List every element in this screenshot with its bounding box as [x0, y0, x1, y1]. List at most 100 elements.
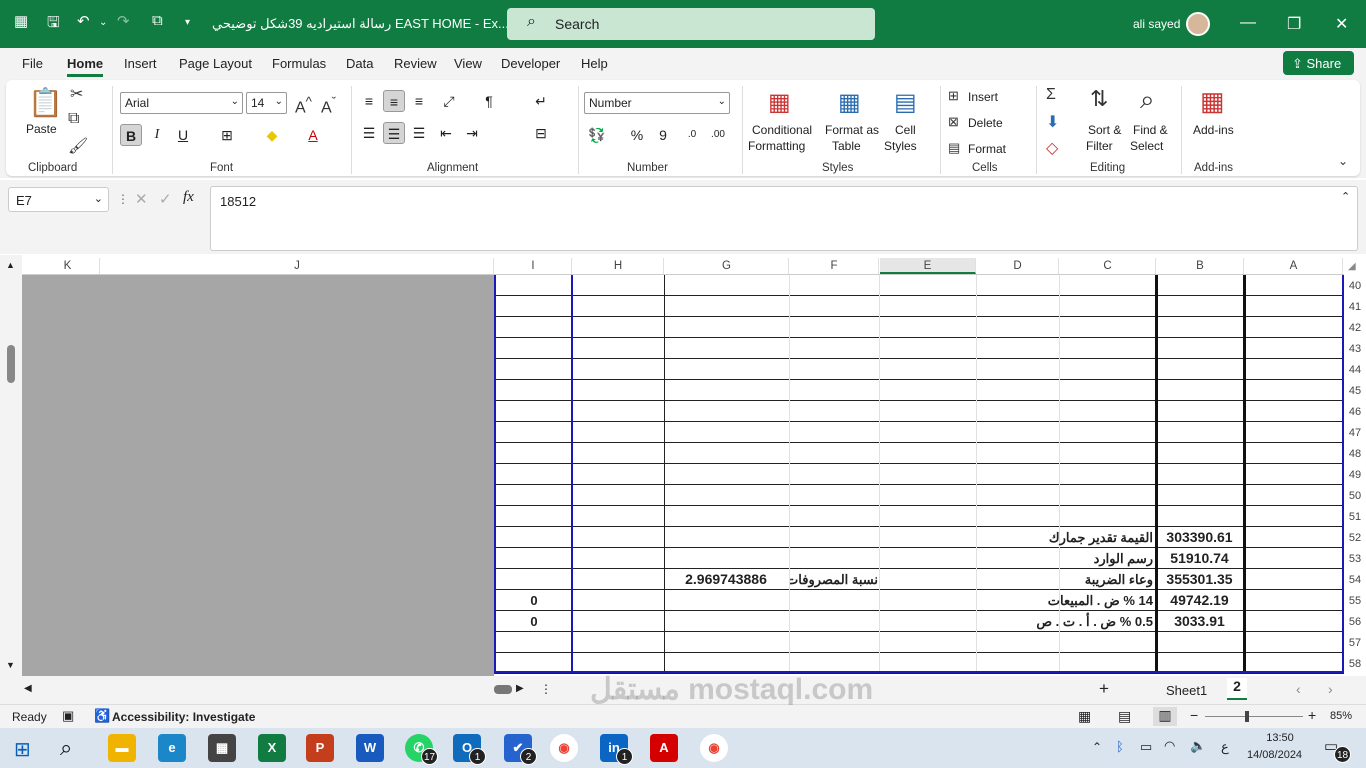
fill-icon[interactable]: ⬇ [1046, 112, 1059, 132]
find-label[interactable]: Find & [1133, 123, 1168, 137]
cell-b55[interactable]: 49742.19 [1158, 590, 1241, 611]
row-header[interactable]: 43 [1344, 339, 1366, 360]
chrome-profile-icon[interactable]: ◉ [700, 734, 728, 762]
scroll-down-icon[interactable]: ▼ [6, 660, 15, 670]
italic-button[interactable]: I [146, 124, 168, 146]
column-header-f[interactable]: F [790, 258, 879, 274]
word-icon[interactable]: W [356, 734, 384, 762]
column-header-j[interactable]: J [101, 258, 494, 274]
row-header[interactable]: 45 [1344, 381, 1366, 402]
row-header[interactable]: 42 [1344, 318, 1366, 339]
format-cells-icon[interactable]: ▤ [948, 140, 960, 156]
cell-styles-icon[interactable]: ▤ [894, 88, 917, 117]
cell-c54[interactable]: وعاء الضريبة [977, 569, 1153, 590]
font-size-select[interactable]: 14 ⌄ [246, 92, 287, 114]
search-icon[interactable]: ⌕ [60, 735, 72, 761]
copy-icon[interactable]: ⧉ [68, 110, 79, 128]
row-header[interactable]: 49 [1344, 465, 1366, 486]
row-header[interactable]: 47 [1344, 423, 1366, 444]
add-ins-icon[interactable]: ▦ [1200, 86, 1225, 117]
row-header[interactable]: 54 [1344, 570, 1366, 591]
add-sheet-icon[interactable]: + [1099, 679, 1109, 699]
decrease-decimal-icon[interactable]: .00 [707, 124, 729, 146]
insert-function-icon[interactable]: fx [183, 189, 194, 206]
accounting-icon[interactable]: 💱 [586, 124, 608, 146]
name-box[interactable]: E7 ⌄ [8, 187, 109, 212]
cancel-icon[interactable]: ✕ [135, 190, 148, 208]
zoom-level[interactable]: 85% [1330, 710, 1352, 722]
normal-view-icon[interactable]: ▦ [1078, 708, 1091, 725]
menu-formulas[interactable]: Formulas [272, 56, 326, 71]
increase-decimal-icon[interactable]: .0 [681, 124, 703, 146]
wrap-text-icon[interactable]: ↵ [530, 90, 552, 112]
align-right-icon[interactable]: ☰ [408, 122, 430, 144]
underline-button[interactable]: U [172, 124, 194, 146]
clear-icon[interactable]: ◇ [1046, 138, 1058, 158]
volume-icon[interactable]: 🔈 [1190, 738, 1206, 754]
column-header-b[interactable]: B [1157, 258, 1244, 274]
borders-button[interactable]: ⊞ [216, 124, 238, 146]
percent-icon[interactable]: % [626, 124, 648, 146]
increase-indent-icon[interactable]: ⇥ [461, 122, 483, 144]
find-select-icon[interactable]: ⌕ [1140, 84, 1155, 116]
delete-label[interactable]: Delete [968, 116, 1003, 130]
align-left-icon[interactable]: ☰ [358, 122, 380, 144]
row-header[interactable]: 48 [1344, 444, 1366, 465]
bluetooth-icon[interactable]: ᛒ [1116, 739, 1124, 754]
paste-label[interactable]: Paste [26, 122, 57, 136]
number-format-select[interactable]: Number ⌄ [584, 92, 730, 114]
sheet-tab-2[interactable]: 2 [1227, 678, 1247, 700]
row-header[interactable]: 40 [1344, 276, 1366, 297]
scroll-right-icon[interactable]: ▶ [516, 683, 524, 694]
row-header[interactable]: 52 [1344, 528, 1366, 549]
undo-dropdown-icon[interactable]: ⌄ [99, 17, 107, 28]
zoom-in-icon[interactable]: + [1308, 707, 1316, 723]
autosum-icon[interactable]: Σ [1046, 86, 1056, 104]
menu-developer[interactable]: Developer [501, 56, 560, 71]
insert-label[interactable]: Insert [968, 90, 998, 104]
show-hidden-icons[interactable]: ⌃ [1092, 740, 1102, 754]
column-header-h[interactable]: H [573, 258, 664, 274]
font-color-icon[interactable]: A [302, 124, 324, 146]
decrease-indent-icon[interactable]: ⇤ [435, 122, 457, 144]
zoom-slider[interactable] [1205, 716, 1303, 717]
scroll-thumb[interactable] [7, 345, 15, 383]
clipboard-icon[interactable]: ⧉ [152, 12, 163, 29]
column-header-g[interactable]: G [665, 258, 789, 274]
conditional-formatting-icon[interactable]: ▦ [768, 88, 791, 117]
user-name[interactable]: ali sayed [1133, 17, 1180, 31]
prev-sheet-icon[interactable]: ‹ [1296, 681, 1301, 697]
format-label[interactable]: Format [968, 142, 1006, 156]
cell-f54[interactable]: نسبة المصروفات [790, 569, 878, 590]
share-button[interactable]: ⇪ Share [1283, 51, 1354, 75]
column-header-k[interactable]: K [36, 258, 100, 274]
paste-icon[interactable]: 📋 [28, 86, 63, 119]
cell-b54[interactable]: 355301.35 [1158, 569, 1241, 590]
orientation-icon[interactable]: ⤢ [438, 90, 460, 112]
cell-b53[interactable]: 51910.74 [1158, 548, 1241, 569]
wifi-icon[interactable]: ◠ [1164, 738, 1175, 754]
fill-color-icon[interactable]: ◆ [261, 124, 283, 146]
menu-page-layout[interactable]: Page Layout [179, 56, 252, 71]
row-header[interactable]: 56 [1344, 612, 1366, 633]
styles-label[interactable]: Styles [884, 139, 917, 153]
cell-c56[interactable]: 0.5 % ض . أ . ت . ص [977, 611, 1153, 632]
comma-icon[interactable]: 9 [652, 124, 674, 146]
column-header-d[interactable]: D [977, 258, 1059, 274]
column-header-i[interactable]: I [495, 258, 572, 274]
collapse-ribbon-icon[interactable]: ⌄ [1338, 154, 1348, 168]
menu-review[interactable]: Review [394, 56, 437, 71]
column-header-e[interactable]: E [880, 258, 976, 274]
excel-taskbar-icon[interactable]: X [258, 734, 286, 762]
row-header[interactable]: 51 [1344, 507, 1366, 528]
search-box[interactable]: ⌕ Search [507, 8, 875, 40]
page-break-view-icon[interactable]: ▥ [1153, 707, 1177, 726]
format-as-label[interactable]: Format as [825, 123, 879, 137]
more-icon[interactable]: ⋮ [117, 192, 129, 206]
format-painter-icon[interactable]: 🖌 [68, 136, 88, 156]
insert-cells-icon[interactable]: ⊞ [948, 88, 959, 104]
store-icon[interactable]: ▦ [208, 734, 236, 762]
font-name-select[interactable]: Arial ⌄ [120, 92, 243, 114]
add-ins-label[interactable]: Add-ins [1193, 123, 1234, 137]
filter-label[interactable]: Filter [1086, 139, 1113, 153]
